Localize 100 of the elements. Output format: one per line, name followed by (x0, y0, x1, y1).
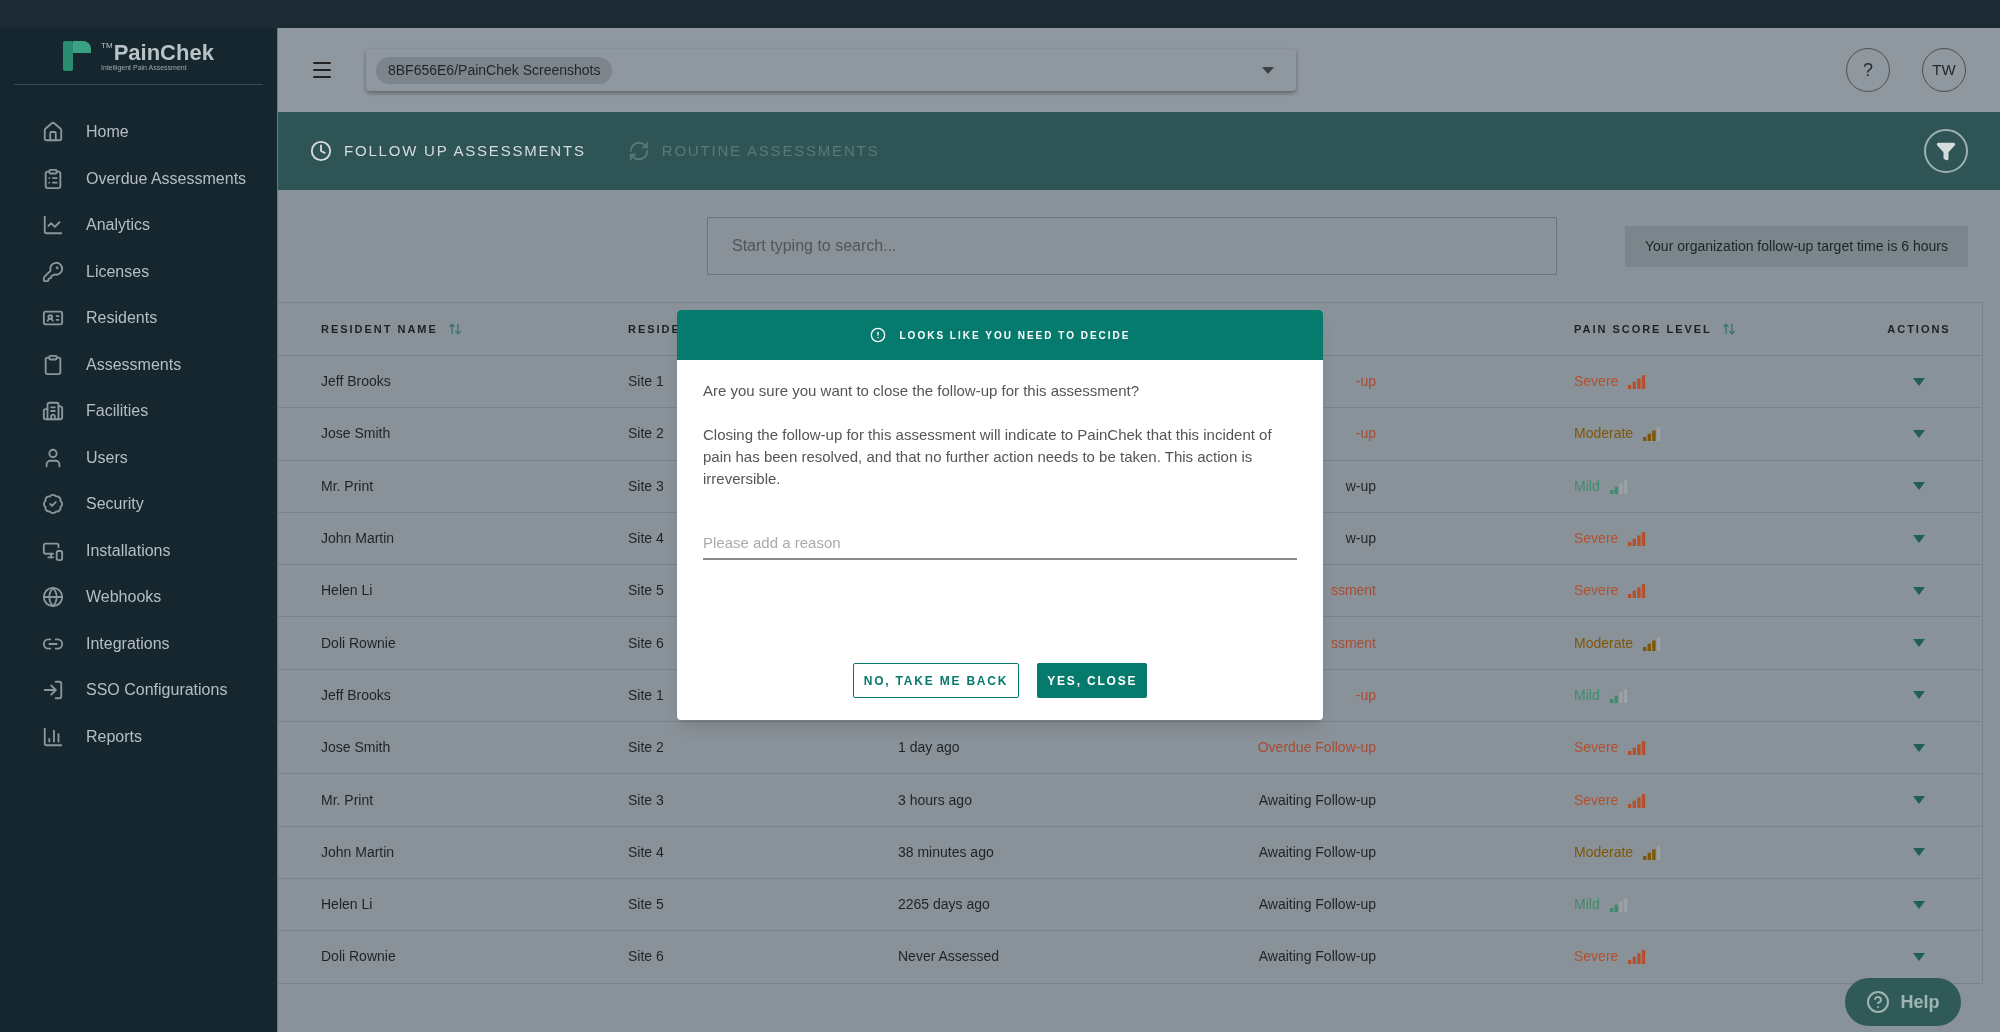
table-cell-text: Helen Li (321, 895, 373, 915)
sidebar-item-icon (42, 353, 64, 376)
pain-level-text: Moderate (1574, 424, 1634, 444)
sidebar-item-icon (42, 260, 64, 283)
table-cell-text: Site 6 (628, 947, 664, 967)
table-cell-text: Jose Smith (321, 738, 391, 758)
search-field[interactable]: Start typing to search... (707, 217, 1557, 275)
target-time-note: Your organization follow-up target time is 6 hours (1625, 225, 1968, 267)
dialog-message: Closing the follow-up for this assessment will indicate to PainChek that this incident of pain has been resolved, and that no further action needs to be taken. This action is irreversible. (703, 425, 1273, 489)
status-text: Awaiting Follow-up (1258, 843, 1376, 860)
table-cell-text: Doli Rownie (321, 947, 396, 967)
logo-text: PainChek (113, 41, 214, 64)
filter-icon (1936, 141, 1956, 161)
help-icon (1866, 990, 1891, 1014)
sidebar-item-icon (42, 400, 64, 423)
pain-level-text: Mild (1574, 476, 1600, 496)
sidebar-item[interactable]: Reports (42, 713, 277, 760)
reason-field[interactable]: Please add a reason (703, 526, 1297, 560)
sidebar-item[interactable]: Licenses (42, 248, 277, 295)
sidebar-item[interactable]: Webhooks (42, 574, 277, 621)
table-cell-text: Site 4 (628, 529, 664, 549)
column-header: PAIN SCORE LEVEL (1574, 321, 1712, 337)
table-cell: 2265 days ago (898, 896, 990, 913)
sidebar-item[interactable]: Facilities (42, 388, 277, 435)
table-cell-text: Site 3 (628, 790, 664, 810)
status-text: -up (1355, 686, 1376, 703)
status-text: Awaiting Follow-up (1258, 948, 1376, 965)
sidebar-item[interactable]: Home (42, 109, 277, 156)
sort-icon[interactable] (1721, 322, 1736, 336)
pain-level-text: Moderate (1574, 842, 1634, 862)
status-text: -up (1355, 425, 1376, 442)
table-cell-text: Site 6 (628, 633, 664, 653)
dropdown-caret-icon[interactable] (1913, 743, 1925, 752)
help-chat-button[interactable]: Help (1845, 978, 1961, 1026)
dropdown-caret-icon[interactable] (1913, 952, 1925, 961)
caret-icon (1262, 66, 1274, 74)
table-cell-text: John Martin (321, 842, 395, 862)
table-cell-text: Site 1 (628, 372, 664, 392)
sidebar-item[interactable]: Analytics (42, 202, 277, 249)
organization-dropdown[interactable]: 8BF656E6/PainChek Screenshots (366, 49, 1296, 91)
table-cell-text: Site 3 (628, 476, 664, 496)
table-cell-text: Jeff Brooks (321, 372, 391, 392)
table-cell-text: Jeff Brooks (321, 685, 391, 705)
confirm-button[interactable]: YES, CLOSE (1037, 663, 1148, 698)
status-text: ssment (1330, 582, 1376, 599)
pain-level-text: Moderate (1574, 633, 1634, 653)
status-text: w-up (1345, 477, 1376, 494)
table-cell-text: Mr. Print (321, 790, 374, 810)
table-cell: 3 hours ago (898, 791, 972, 808)
pain-level-text: Severe (1574, 372, 1619, 392)
table-cell: Never Assessed (898, 948, 1000, 965)
dropdown-caret-icon[interactable] (1913, 691, 1925, 700)
column-header: ACTIONS (1886, 321, 1952, 337)
dropdown-caret-icon[interactable] (1913, 586, 1925, 595)
column-header: RESIDENT NAME (321, 321, 438, 337)
dropdown-caret-icon[interactable] (1913, 534, 1925, 543)
sidebar-item[interactable]: Residents (42, 295, 277, 342)
table-cell-text: Site 2 (628, 424, 664, 444)
dropdown-caret-icon[interactable] (1913, 796, 1925, 804)
dropdown-caret-icon[interactable] (1913, 429, 1925, 438)
column-header: RESIDE (628, 321, 681, 337)
table-cell-text: Helen Li (321, 581, 373, 601)
alert-icon (869, 327, 886, 343)
dropdown-caret-icon[interactable] (1913, 639, 1925, 648)
table-cell: 1 day ago (898, 739, 960, 756)
status-text: ssment (1330, 634, 1376, 651)
sidebar-item-icon (42, 167, 64, 190)
sidebar-item[interactable]: Integrations (42, 620, 277, 667)
cancel-button[interactable]: NO, TAKE ME BACK (852, 663, 1020, 698)
table-cell-text: Site 5 (628, 895, 664, 915)
dropdown-caret-icon[interactable] (1913, 482, 1925, 491)
status-text: -up (1355, 373, 1376, 390)
sidebar-item[interactable]: Overdue Assessments (42, 155, 277, 202)
table-cell-text: Site 5 (628, 581, 664, 601)
table-cell-text: Jose Smith (321, 424, 391, 444)
sidebar-item[interactable]: Installations (42, 527, 277, 574)
dialog-title: LOOKS LIKE YOU NEED TO DECIDE (899, 328, 1131, 343)
pain-level-text: Severe (1574, 581, 1619, 601)
dropdown-caret-icon[interactable] (1913, 900, 1925, 909)
filter-button[interactable] (1924, 129, 1968, 173)
pain-level-text: Severe (1574, 529, 1619, 549)
dropdown-caret-icon[interactable] (1913, 377, 1925, 386)
sidebar-item[interactable]: SSO Configurations (42, 667, 277, 714)
pain-level-text: Mild (1574, 685, 1600, 705)
sidebar-item-icon (42, 121, 64, 144)
sidebar-item[interactable]: Assessments (42, 341, 277, 388)
sidebar-item[interactable]: Users (42, 434, 277, 481)
sidebar-item[interactable]: Security (42, 481, 277, 528)
refresh-icon (627, 140, 650, 162)
status-text: Awaiting Follow-up (1258, 791, 1376, 808)
sidebar-item-icon (42, 214, 64, 237)
sidebar-item-icon (42, 725, 64, 748)
pain-level-text: Severe (1574, 738, 1619, 758)
tab[interactable]: FOLLOW UP ASSESSMENTS (310, 139, 586, 163)
dropdown-caret-icon[interactable] (1913, 848, 1925, 857)
sidebar-item-icon (42, 679, 64, 702)
table-cell-text: Site 4 (628, 842, 664, 862)
sort-icon[interactable] (447, 322, 462, 336)
table-cell-text: Doli Rownie (321, 633, 396, 653)
pain-level-text: Severe (1574, 790, 1619, 810)
